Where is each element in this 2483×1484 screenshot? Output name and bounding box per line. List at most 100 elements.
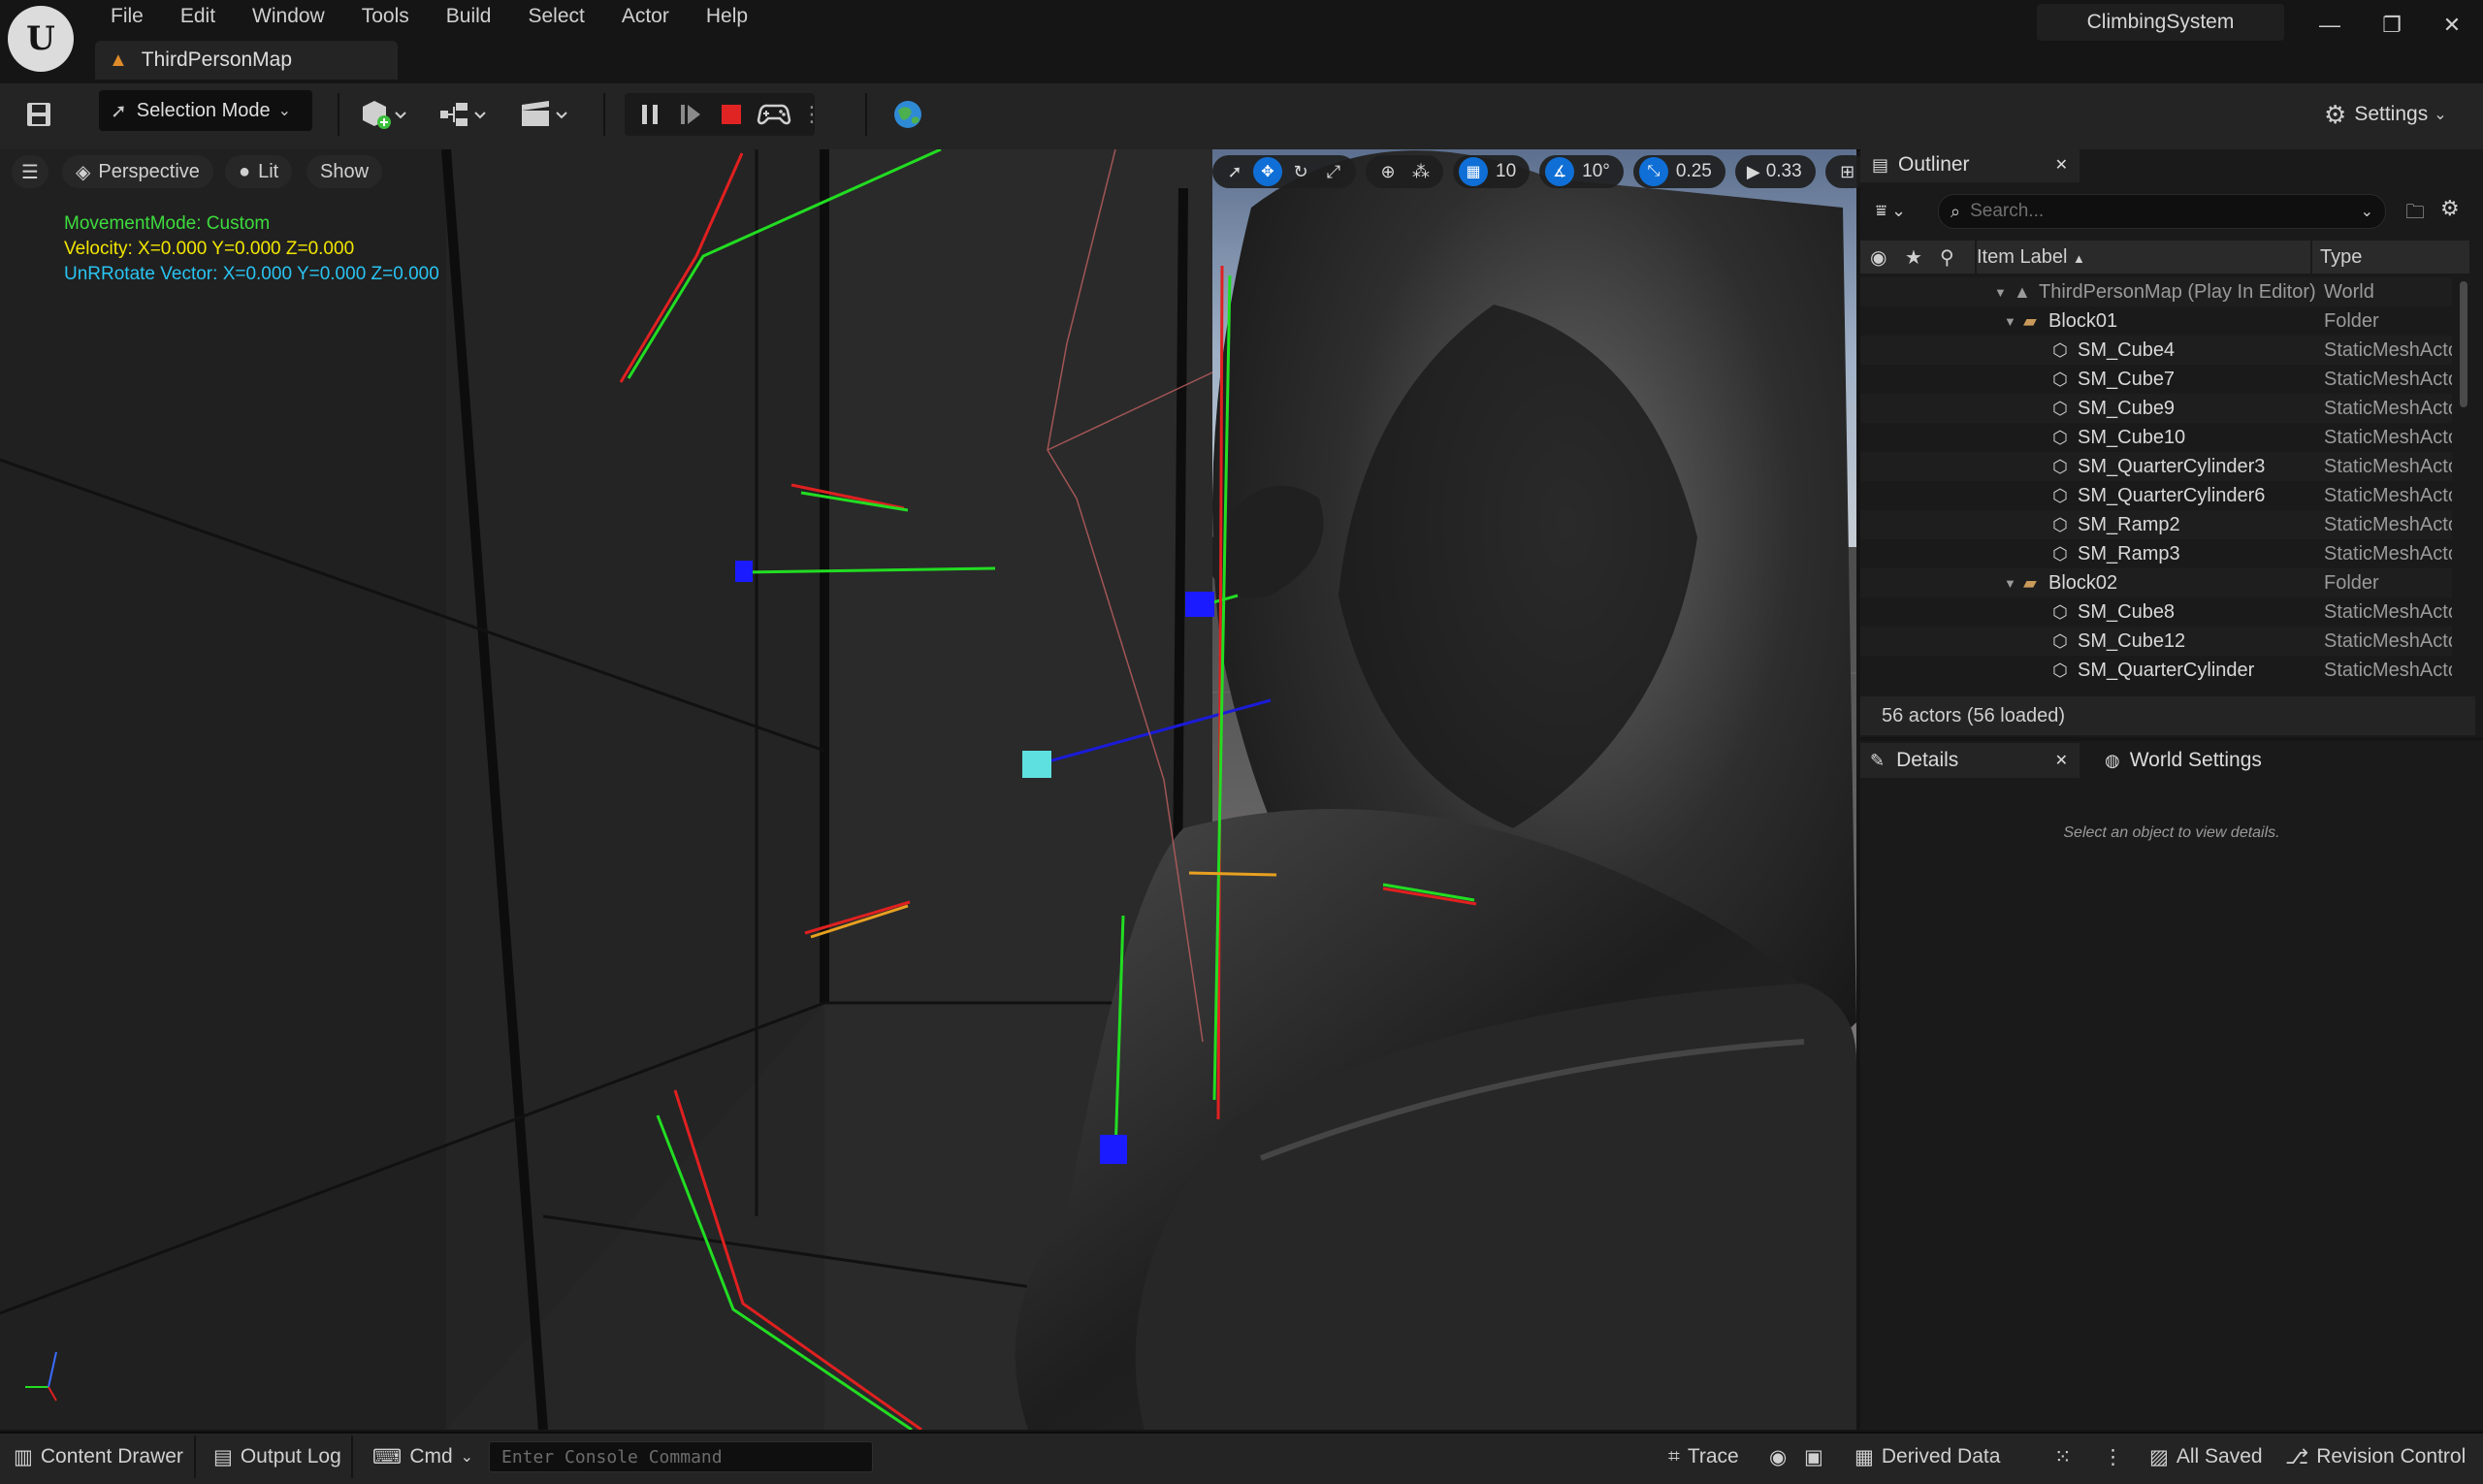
more-icon[interactable]: ⋮: [2103, 1436, 2123, 1478]
outliner-row[interactable]: ⬡ SM_Cube4 StaticMeshActor: [1860, 336, 2452, 365]
output-log-button[interactable]: ▤ Output Log: [213, 1436, 341, 1478]
close-window-icon[interactable]: ✕: [2433, 6, 2471, 45]
outliner-row[interactable]: ⬡ SM_QuarterCylinder6 StaticMeshActor: [1860, 481, 2452, 510]
derived-data-button[interactable]: ▦ Derived Data: [1854, 1436, 2000, 1478]
derived-data-icon: ▦: [1854, 1445, 1874, 1468]
mesh-icon: ⬡: [2052, 485, 2068, 505]
tab-world-settings[interactable]: ◍ World Settings: [2095, 743, 2289, 778]
surface-snap-icon[interactable]: ⁂: [1404, 155, 1437, 188]
tab-details[interactable]: ✎ Details ✕: [1860, 743, 2080, 778]
favorite-star-icon[interactable]: ★: [1905, 245, 1922, 270]
cmd-dropdown[interactable]: ⌨ Cmd ⌄: [372, 1436, 473, 1478]
expand-arrow-icon[interactable]: ▼: [2004, 314, 2016, 329]
column-item-label[interactable]: Item Label ▲: [1977, 246, 2085, 269]
camera-speed-value[interactable]: 0.33: [1766, 161, 1802, 182]
menu-help[interactable]: Help: [693, 0, 761, 33]
outliner-row[interactable]: ▼ ▲ ThirdPersonMap (Play In Editor) World: [1860, 277, 2452, 306]
lit-button[interactable]: ● Lit: [225, 155, 293, 188]
scale-tool-icon[interactable]: ⤢: [1317, 155, 1350, 188]
add-folder-icon[interactable]: 🗀: [2405, 198, 2425, 231]
column-type[interactable]: Type: [2320, 246, 2362, 269]
screenshot-icon[interactable]: ▣: [1804, 1436, 1823, 1478]
outliner-settings-gear-icon[interactable]: ⚙: [2440, 196, 2460, 221]
menu-edit[interactable]: Edit: [167, 0, 229, 33]
add-actor-button[interactable]: [357, 97, 411, 134]
outliner-search-input[interactable]: ⌕ Search... ⌄: [1938, 194, 2386, 229]
all-saved-button[interactable]: ▨ All Saved: [2149, 1436, 2263, 1478]
grid-snap-group[interactable]: ▦ 10: [1453, 155, 1531, 188]
tab-third-person-map[interactable]: ▲ ThirdPersonMap: [95, 41, 398, 80]
pause-icon[interactable]: [634, 99, 665, 130]
outliner-row[interactable]: ⬡ SM_Cube9 StaticMeshActor: [1860, 394, 2452, 423]
outliner-item-label: SM_Cube9: [2078, 397, 2176, 419]
visibility-eye-icon[interactable]: ◉: [1870, 245, 1886, 270]
outliner-row[interactable]: ⬡ SM_QuarterCylinder StaticMeshActor: [1860, 656, 2452, 685]
tab-outliner[interactable]: ▤ Outliner ✕: [1860, 147, 2080, 182]
camera-speed-group[interactable]: ▶ 0.33: [1734, 155, 1816, 188]
more-options-icon[interactable]: ⋮: [801, 99, 822, 130]
filter-icon[interactable]: ⩸ ⌄: [1876, 196, 1906, 225]
selection-mode-label: Selection Mode: [136, 99, 271, 121]
grid-snap-icon[interactable]: ▦: [1459, 157, 1488, 186]
stop-icon[interactable]: [716, 99, 747, 130]
chevron-down-icon: ⌄: [460, 1449, 474, 1466]
rotation-snap-group[interactable]: ∡ 10°: [1539, 155, 1624, 188]
translate-tool-icon[interactable]: ✥: [1253, 157, 1282, 186]
blueprints-button[interactable]: [436, 97, 491, 134]
revision-control-button[interactable]: ⎇ Revision Control: [2285, 1436, 2466, 1478]
outliner-row[interactable]: ⬡ SM_Ramp2 StaticMeshActor: [1860, 510, 2452, 539]
rotate-tool-icon[interactable]: ↻: [1284, 155, 1317, 188]
content-drawer-button[interactable]: ▥ Content Drawer: [14, 1436, 183, 1478]
frame-skip-icon[interactable]: [675, 99, 706, 130]
menu-window[interactable]: Window: [239, 0, 339, 33]
outliner-scrollbar[interactable]: [2460, 281, 2467, 407]
rotation-snap-value[interactable]: 10°: [1582, 161, 1610, 182]
save-icon[interactable]: [21, 99, 56, 130]
select-tool-icon[interactable]: ➚: [1218, 155, 1251, 188]
minimize-icon[interactable]: —: [2310, 6, 2349, 45]
outliner-row[interactable]: ⬡ SM_Cube8 StaticMeshActor: [1860, 597, 2452, 627]
outliner-row[interactable]: ▼ ▰ Block01 Folder: [1860, 306, 2452, 336]
outliner-row[interactable]: ⬡ SM_QuarterCylinder3 StaticMeshActor: [1860, 452, 2452, 481]
world-space-icon[interactable]: ⊕: [1371, 155, 1404, 188]
viewport-menu-icon[interactable]: ☰: [12, 155, 48, 188]
show-button[interactable]: Show: [306, 155, 383, 188]
scale-snap-value[interactable]: 0.25: [1676, 161, 1712, 182]
platforms-globe-icon[interactable]: [890, 97, 925, 132]
scale-snap-icon[interactable]: ⤡: [1638, 157, 1668, 186]
mesh-icon: ⬡: [2052, 601, 2068, 622]
close-icon[interactable]: ✕: [2055, 751, 2068, 770]
unreal-logo-icon[interactable]: U: [8, 6, 74, 72]
outliner-row[interactable]: ⬡ SM_Cube7 StaticMeshActor: [1860, 365, 2452, 394]
outliner-item-type: StaticMeshActor: [2324, 426, 2452, 448]
rotation-snap-icon[interactable]: ∡: [1545, 157, 1575, 186]
outliner-row[interactable]: ⬡ SM_Cube10 StaticMeshActor: [1860, 423, 2452, 452]
outliner-row[interactable]: ⬡ SM_Ramp3 StaticMeshActor: [1860, 539, 2452, 568]
settings-button[interactable]: ⚙ Settings ⌄: [2324, 97, 2447, 132]
menu-actor[interactable]: Actor: [608, 0, 683, 33]
trace-button[interactable]: ⌗ Trace: [1668, 1436, 1739, 1478]
gamepad-icon[interactable]: [755, 99, 793, 130]
scale-snap-group[interactable]: ⤡ 0.25: [1632, 155, 1725, 188]
outliner-row[interactable]: ▼ ▰ Block02 Folder: [1860, 568, 2452, 597]
grid-snap-value[interactable]: 10: [1496, 161, 1516, 182]
menu-file[interactable]: File: [97, 0, 157, 33]
notifications-icon[interactable]: ⁙: [2054, 1436, 2072, 1478]
expand-arrow-icon[interactable]: ▼: [2004, 576, 2016, 591]
perspective-button[interactable]: ◈ Perspective: [62, 155, 213, 188]
cinematics-button[interactable]: [518, 97, 572, 134]
close-icon[interactable]: ✕: [2055, 155, 2068, 175]
tab-title: ThirdPersonMap: [141, 48, 293, 71]
menu-select[interactable]: Select: [514, 0, 597, 33]
expand-arrow-icon[interactable]: ▼: [1994, 285, 2007, 300]
level-viewport[interactable]: [0, 149, 1856, 1430]
record-icon[interactable]: ◉: [1769, 1436, 1787, 1478]
lit-label: Lit: [258, 160, 279, 182]
menu-tools[interactable]: Tools: [348, 0, 423, 33]
restore-icon[interactable]: ❐: [2372, 6, 2411, 45]
menu-build[interactable]: Build: [433, 0, 505, 33]
console-command-input[interactable]: Enter Console Command: [489, 1441, 873, 1472]
outliner-row[interactable]: ⬡ SM_Cube12 StaticMeshActor: [1860, 627, 2452, 656]
selection-mode-dropdown[interactable]: ➚ Selection Mode ⌄: [99, 90, 312, 131]
pin-icon[interactable]: ⚲: [1940, 245, 1954, 270]
